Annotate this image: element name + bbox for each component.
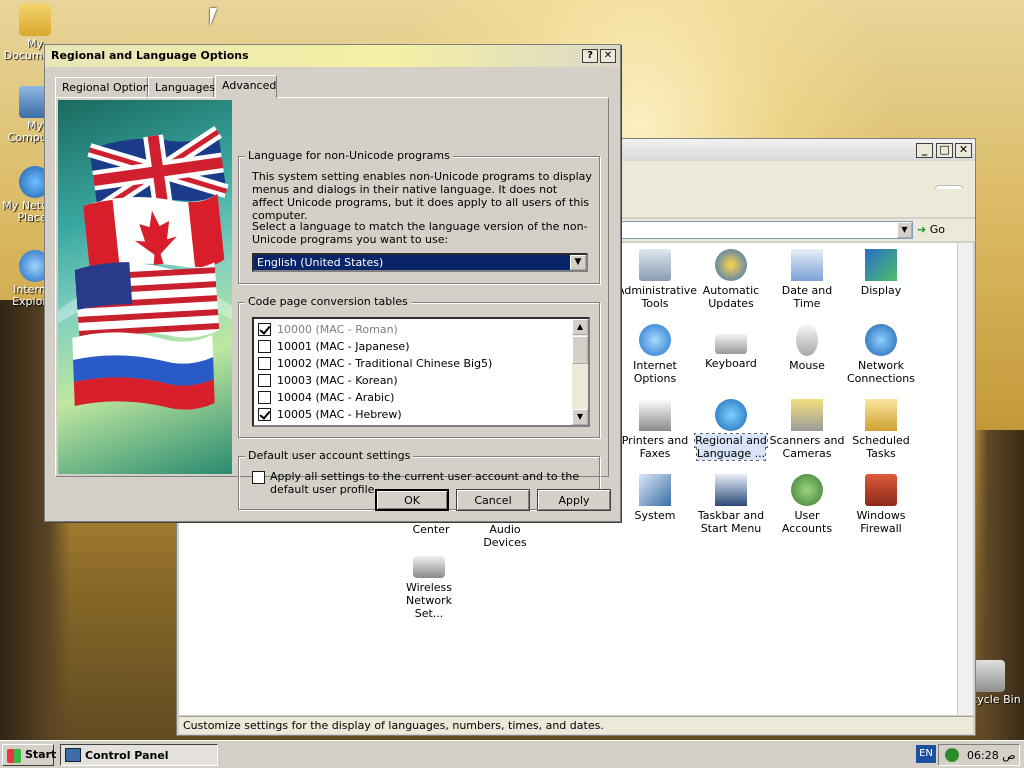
wireless-icon: [413, 556, 445, 578]
mouse-icon: [796, 324, 818, 356]
checkbox-10001[interactable]: [258, 340, 271, 353]
cp-item-keyboard[interactable]: Keyboard: [693, 324, 769, 370]
cp-item-mouse[interactable]: Mouse: [769, 324, 845, 372]
list-item[interactable]: 10005 (MAC - Hebrew): [258, 406, 402, 423]
clock[interactable]: 06:28 ص: [967, 749, 1016, 762]
flags-icon: [72, 125, 229, 410]
cp-item-system[interactable]: System: [617, 474, 693, 522]
windows-logo-icon: [7, 749, 21, 763]
cp-item-windows-firewall[interactable]: Windows Firewall: [843, 474, 919, 535]
scroll-thumb[interactable]: [572, 336, 588, 364]
checkbox-10004[interactable]: [258, 391, 271, 404]
regional-language-dialog[interactable]: Regional and Language Options ? ✕ Region…: [44, 44, 621, 522]
cp-item-printers-and-faxes[interactable]: Printers and Faxes: [617, 399, 693, 460]
cp-item-audio-devices[interactable]: Audio Devices: [467, 523, 543, 549]
security-icon[interactable]: [945, 748, 959, 762]
cp-item-regional-and-language[interactable]: Regional and Language ...: [693, 399, 769, 461]
checkbox-10002[interactable]: [258, 357, 271, 370]
internet-options-icon: [639, 324, 671, 356]
cp-item-taskbar-and-start-menu[interactable]: Taskbar and Start Menu: [693, 474, 769, 535]
cp-item-user-accounts[interactable]: User Accounts: [769, 474, 845, 535]
cancel-button[interactable]: Cancel: [456, 489, 530, 511]
minimize-button[interactable]: _: [916, 143, 933, 158]
flags-illustration: [58, 100, 232, 474]
apply-button[interactable]: Apply: [537, 489, 611, 511]
firewall-icon: [865, 474, 897, 506]
list-item[interactable]: 10001 (MAC - Japanese): [258, 338, 409, 355]
scheduled-tasks-icon: [865, 399, 897, 431]
cp-item-display[interactable]: Display: [843, 249, 919, 297]
checkbox-10003[interactable]: [258, 374, 271, 387]
maximize-button[interactable]: □: [936, 143, 953, 158]
system-icon: [639, 474, 671, 506]
cp-item-scheduled-tasks[interactable]: Scheduled Tasks: [843, 399, 919, 460]
date-time-icon: [791, 249, 823, 281]
user-accounts-icon: [791, 474, 823, 506]
tab-languages[interactable]: Languages: [148, 77, 215, 97]
control-panel-icon: [65, 748, 81, 762]
address-input[interactable]: ▼: [617, 221, 913, 239]
checkbox-10000[interactable]: [258, 323, 271, 336]
scanners-icon: [791, 399, 823, 431]
start-button[interactable]: Start: [2, 744, 56, 766]
list-item[interactable]: 10002 (MAC - Traditional Chinese Big5): [258, 355, 492, 372]
chevron-down-icon[interactable]: ▼: [897, 222, 912, 238]
taskbar-item-control-panel[interactable]: Control Panel: [60, 744, 218, 766]
dialog-close-button[interactable]: ✕: [600, 49, 616, 63]
list-item[interactable]: 10000 (MAC - Roman): [258, 321, 398, 338]
arrow-right-icon: ➜: [917, 223, 927, 236]
advanced-tab-panel: Language for non-Unicode programs This s…: [55, 97, 609, 510]
network-connections-icon: [865, 324, 897, 356]
apply-default-checkbox[interactable]: [252, 471, 265, 484]
close-button[interactable]: ✕: [955, 143, 972, 158]
non-unicode-group: Language for non-Unicode programs This s…: [238, 149, 600, 284]
language-select[interactable]: English (United States) ▼: [252, 253, 588, 272]
taskbar-icon: [715, 474, 747, 506]
cp-item-automatic-updates[interactable]: Automatic Updates: [693, 249, 769, 310]
list-item[interactable]: 10003 (MAC - Korean): [258, 372, 398, 389]
printers-icon: [639, 399, 671, 431]
cp-item-date-and-time[interactable]: Date and Time: [769, 249, 845, 310]
system-tray: 06:28 ص: [938, 744, 1020, 766]
recycle-bin-icon: [973, 660, 1005, 692]
scroll-up-icon[interactable]: ▲: [572, 319, 588, 335]
keyboard-icon: [715, 334, 747, 354]
cp-item-wireless-network[interactable]: Wireless Network Set...: [391, 548, 467, 620]
list-item[interactable]: 10004 (MAC - Arabic): [258, 389, 394, 406]
automatic-updates-icon: [715, 249, 747, 281]
status-bar: Customize settings for the display of la…: [179, 716, 973, 734]
language-indicator[interactable]: EN: [916, 745, 936, 763]
code-page-group: Code page conversion tables 10000 (MAC -…: [238, 295, 600, 438]
ok-button[interactable]: OK: [375, 489, 449, 511]
cp-item-internet-options[interactable]: Internet Options: [617, 324, 693, 385]
mouse-cursor: [210, 8, 224, 26]
admin-tools-icon: [639, 249, 671, 281]
cp-item-center[interactable]: Center: [393, 523, 469, 536]
display-icon: [865, 249, 897, 281]
tab-advanced[interactable]: Advanced: [215, 75, 277, 98]
non-unicode-prompt: Select a language to match the language …: [252, 220, 588, 246]
dialog-titlebar[interactable]: Regional and Language Options: [45, 45, 620, 67]
taskbar: Start Control Panel EN 06:28 ص: [0, 740, 1024, 768]
cp-item-administrative-tools[interactable]: Administrative Tools: [617, 249, 697, 310]
code-page-list[interactable]: 10000 (MAC - Roman) 10001 (MAC - Japanes…: [252, 317, 590, 427]
checkbox-10005[interactable]: [258, 408, 271, 421]
go-button[interactable]: ➜ Go: [917, 221, 961, 239]
cp-item-network-connections[interactable]: Network Connections: [843, 324, 919, 385]
scroll-down-icon[interactable]: ▼: [572, 409, 588, 425]
regional-language-icon: [715, 399, 747, 431]
folder-icon: [19, 4, 51, 36]
list-scrollbar[interactable]: ▲ ▼: [572, 319, 588, 425]
cp-item-scanners-and-cameras[interactable]: Scanners and Cameras: [769, 399, 845, 460]
tab-regional-options[interactable]: Regional Options: [55, 77, 155, 97]
vertical-scrollbar[interactable]: [957, 243, 973, 715]
chevron-down-icon[interactable]: ▼: [570, 255, 586, 270]
non-unicode-description: This system setting enables non-Unicode …: [252, 170, 592, 222]
help-button[interactable]: ?: [582, 49, 598, 63]
